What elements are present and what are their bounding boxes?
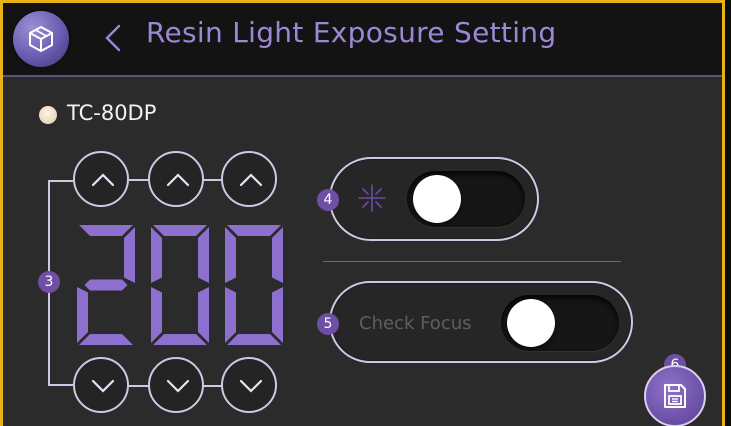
back-button[interactable] <box>101 20 125 56</box>
light-toggle[interactable] <box>329 157 539 241</box>
digit-1-segment-d <box>79 334 133 345</box>
digit-3-segment-c <box>272 287 283 343</box>
device-name: TC-80DP <box>67 101 157 125</box>
light-toggle-knob <box>413 175 461 223</box>
digit-3-segment-f <box>225 227 236 283</box>
header-bar: Resin Light Exposure Setting <box>3 3 722 77</box>
digit-2-segment-b <box>198 227 209 283</box>
chevron-up-icon <box>239 173 263 187</box>
digit-2-down-button[interactable] <box>148 357 204 413</box>
app-logo[interactable] <box>13 11 69 67</box>
digit-3-segment-e <box>225 287 236 343</box>
light-toggle-track <box>407 171 525 227</box>
chevron-down-icon <box>166 379 190 393</box>
cube-logo-icon <box>29 25 53 53</box>
digit-2-segment-a <box>153 225 207 236</box>
exposure-value-display <box>77 225 283 345</box>
chevron-left-icon <box>105 24 121 52</box>
digit-3-segment-b <box>272 227 283 283</box>
check-focus-label: Check Focus <box>359 313 472 334</box>
digit-3-up-button[interactable] <box>221 151 277 207</box>
save-button[interactable] <box>644 365 706 426</box>
step-badge-4: 4 <box>317 189 339 211</box>
chevron-up-icon <box>166 173 190 187</box>
check-focus-toggle-track <box>501 295 619 351</box>
digit-1-down-button[interactable] <box>73 357 129 413</box>
chevron-down-icon <box>91 379 115 393</box>
digit-1-segment-e <box>77 287 88 343</box>
digit-2-segment-d <box>153 334 207 345</box>
check-focus-toggle-knob <box>507 299 555 347</box>
digit-2-segment-f <box>151 227 162 283</box>
digit-2-segment-e <box>151 287 162 343</box>
digit-3-down-button[interactable] <box>221 357 277 413</box>
status-dot <box>39 106 57 124</box>
digit-2-up-button[interactable] <box>148 151 204 207</box>
digit-1-segment-g <box>84 279 128 291</box>
digit-2-segment-c <box>198 287 209 343</box>
page-title: Resin Light Exposure Setting <box>146 16 557 49</box>
digit-1-up-button[interactable] <box>73 151 129 207</box>
step-badge-3: 3 <box>38 271 60 293</box>
chevron-up-icon <box>91 173 115 187</box>
digit-1-segment-b <box>124 227 135 283</box>
step-badge-5: 5 <box>317 313 339 335</box>
floppy-disk-icon <box>664 384 686 408</box>
digit-3-segment-d <box>227 334 281 345</box>
digit-3-segment-a <box>227 225 281 236</box>
light-burst-icon <box>358 184 386 212</box>
digit-1-segment-a <box>79 225 133 236</box>
chevron-down-icon <box>239 379 263 393</box>
section-divider <box>323 261 621 262</box>
app-window: Resin Light Exposure Setting TC-80DP 3 4… <box>0 0 725 426</box>
